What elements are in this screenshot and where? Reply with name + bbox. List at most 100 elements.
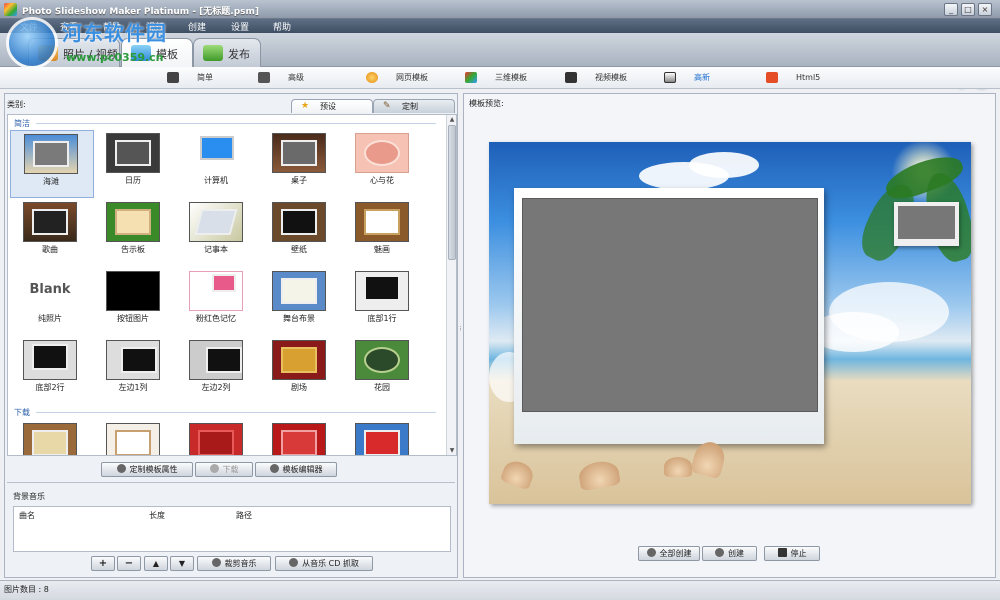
pencil-icon: [269, 464, 279, 473]
scrollbar-thumb[interactable]: [448, 125, 456, 260]
template-thumb: [272, 340, 326, 380]
preview-label: 模板预览:: [469, 99, 504, 108]
template-editor-label: 模板编辑器: [282, 465, 323, 474]
template-name: 粉红色记忆: [196, 314, 236, 323]
tab-custom-label: 定制: [402, 102, 418, 111]
build-label: 创建: [728, 549, 744, 558]
section-divider: [36, 123, 436, 124]
subtab-web-label: 网页模板: [396, 73, 428, 82]
build-button[interactable]: 创建: [702, 546, 757, 561]
trim-music-button[interactable]: 裁剪音乐: [197, 556, 271, 571]
template-type-tabs: 简单 高级 网页模板 三维模板 视频模板 高新 Html5: [0, 67, 1000, 89]
remove-music-button[interactable]: −: [117, 556, 141, 571]
move-up-button[interactable]: ▲: [144, 556, 168, 571]
template-name: 桌子: [291, 176, 307, 185]
template-theater[interactable]: 剧场: [259, 337, 343, 405]
template-bottom-row-2[interactable]: 底部2行: [10, 337, 94, 405]
template-button-image[interactable]: 按钮图片: [93, 268, 177, 336]
template-name: 计算机: [204, 176, 228, 185]
template-bulletin[interactable]: 告示板: [93, 199, 177, 267]
template-pink-memory[interactable]: 粉红色记忆: [176, 268, 260, 336]
template-pure-photo[interactable]: Blank 纯照片: [10, 268, 94, 336]
music-list[interactable]: 曲名 长度 路径: [13, 506, 451, 552]
menu-settings[interactable]: 设置: [231, 20, 249, 33]
subtab-simple[interactable]: 简单: [167, 71, 227, 85]
tab-preset-label: 预设: [320, 102, 336, 111]
template-calendar[interactable]: 日历: [93, 130, 177, 198]
custom-template-props-button[interactable]: 定制模板属性: [101, 462, 193, 477]
template-computer[interactable]: 计算机: [176, 130, 260, 198]
maximize-button[interactable]: □: [961, 3, 975, 16]
template-editor-button[interactable]: 模板编辑器: [255, 462, 337, 477]
template-stage-scene[interactable]: 舞台布景: [259, 268, 343, 336]
trim-music-label: 裁剪音乐: [224, 559, 257, 568]
scroll-up-icon[interactable]: ▲: [448, 115, 456, 124]
template-name: 心与花: [370, 176, 394, 185]
template-desk[interactable]: 桌子: [259, 130, 343, 198]
download-button[interactable]: 下载: [195, 462, 253, 477]
gear-icon: [116, 464, 126, 473]
template-garden[interactable]: 花园: [342, 337, 426, 405]
template-name: 魅画: [374, 245, 390, 254]
build-icon: [715, 548, 724, 557]
subtab-web[interactable]: 网页模板: [366, 71, 436, 85]
photo-count: 图片数目 : 8: [4, 585, 49, 594]
tab-preset[interactable]: ★ 预设: [291, 99, 373, 113]
menu-create[interactable]: 创建: [188, 20, 206, 33]
rip-cd-button[interactable]: 从音乐 CD 抓取: [275, 556, 373, 571]
template-thumb: [106, 271, 160, 311]
menu-help[interactable]: 帮助: [273, 20, 291, 33]
template-name: 左边2列: [201, 383, 231, 392]
tab-custom[interactable]: ✎ 定制: [373, 99, 455, 113]
subtab-3d[interactable]: 三维模板: [465, 71, 535, 85]
photo-placeholder: [522, 198, 818, 412]
template-download-1[interactable]: [10, 420, 94, 455]
template-download-3[interactable]: [176, 420, 260, 455]
template-scrollbar[interactable]: ▲ ▼: [446, 115, 456, 455]
stop-button[interactable]: 停止: [764, 546, 820, 561]
template-download-4[interactable]: [259, 420, 343, 455]
template-download-2[interactable]: [93, 420, 177, 455]
publish-icon: [203, 45, 223, 61]
brush-icon: ✎: [383, 101, 391, 111]
template-thumb: [24, 134, 78, 174]
subtab-html5[interactable]: Html5: [766, 71, 826, 85]
build-all-icon: [646, 548, 656, 557]
template-name: 歌曲: [42, 245, 58, 254]
subtab-video[interactable]: 视频模板: [565, 71, 635, 85]
subtab-3d-label: 三维模板: [495, 73, 527, 82]
template-name: 左边1列: [118, 383, 148, 392]
template-panel: 类别: ★ 预设 ✎ 定制 简洁 海滩 日历 计算机 桌子 心与花 歌曲 告示板…: [4, 93, 458, 578]
build-all-button[interactable]: 全部创建: [638, 546, 700, 561]
subtab-advanced-label: 高级: [288, 73, 304, 82]
minimize-button[interactable]: _: [944, 3, 958, 16]
template-wallpaper[interactable]: 壁纸: [259, 199, 343, 267]
template-download-5[interactable]: [342, 420, 426, 455]
template-beach[interactable]: 海滩: [10, 130, 94, 198]
move-down-button[interactable]: ▼: [170, 556, 194, 571]
app-icon: [4, 3, 17, 16]
scroll-down-icon[interactable]: ▼: [448, 446, 456, 455]
add-music-button[interactable]: +: [91, 556, 115, 571]
close-button[interactable]: ×: [978, 3, 992, 16]
subtab-hightech[interactable]: 高新: [664, 71, 724, 85]
template-left-col-2[interactable]: 左边2列: [176, 337, 260, 405]
tab-publish[interactable]: 发布: [193, 38, 261, 67]
subtab-advanced[interactable]: 高级: [258, 71, 318, 85]
section-download: 下载: [14, 408, 30, 417]
template-left-col-1[interactable]: 左边1列: [93, 337, 177, 405]
stop-icon: [777, 548, 787, 557]
template-painting[interactable]: 魅画: [342, 199, 426, 267]
template-thumb: [272, 133, 326, 173]
subtab-hightech-label: 高新: [694, 73, 710, 82]
template-thumb: [189, 133, 243, 173]
template-thumb: [189, 340, 243, 380]
template-notebook[interactable]: 记事本: [176, 199, 260, 267]
html5-icon: [766, 72, 778, 83]
template-grid: 简洁 海滩 日历 计算机 桌子 心与花 歌曲 告示板 记事本 壁纸 魅画 Bla…: [7, 114, 457, 456]
template-bottom-row-1[interactable]: 底部1行: [342, 268, 426, 336]
template-song[interactable]: 歌曲: [10, 199, 94, 267]
template-heart-flower[interactable]: 心与花: [342, 130, 426, 198]
template-thumb: [355, 423, 409, 455]
pencil-icon: [211, 558, 221, 567]
